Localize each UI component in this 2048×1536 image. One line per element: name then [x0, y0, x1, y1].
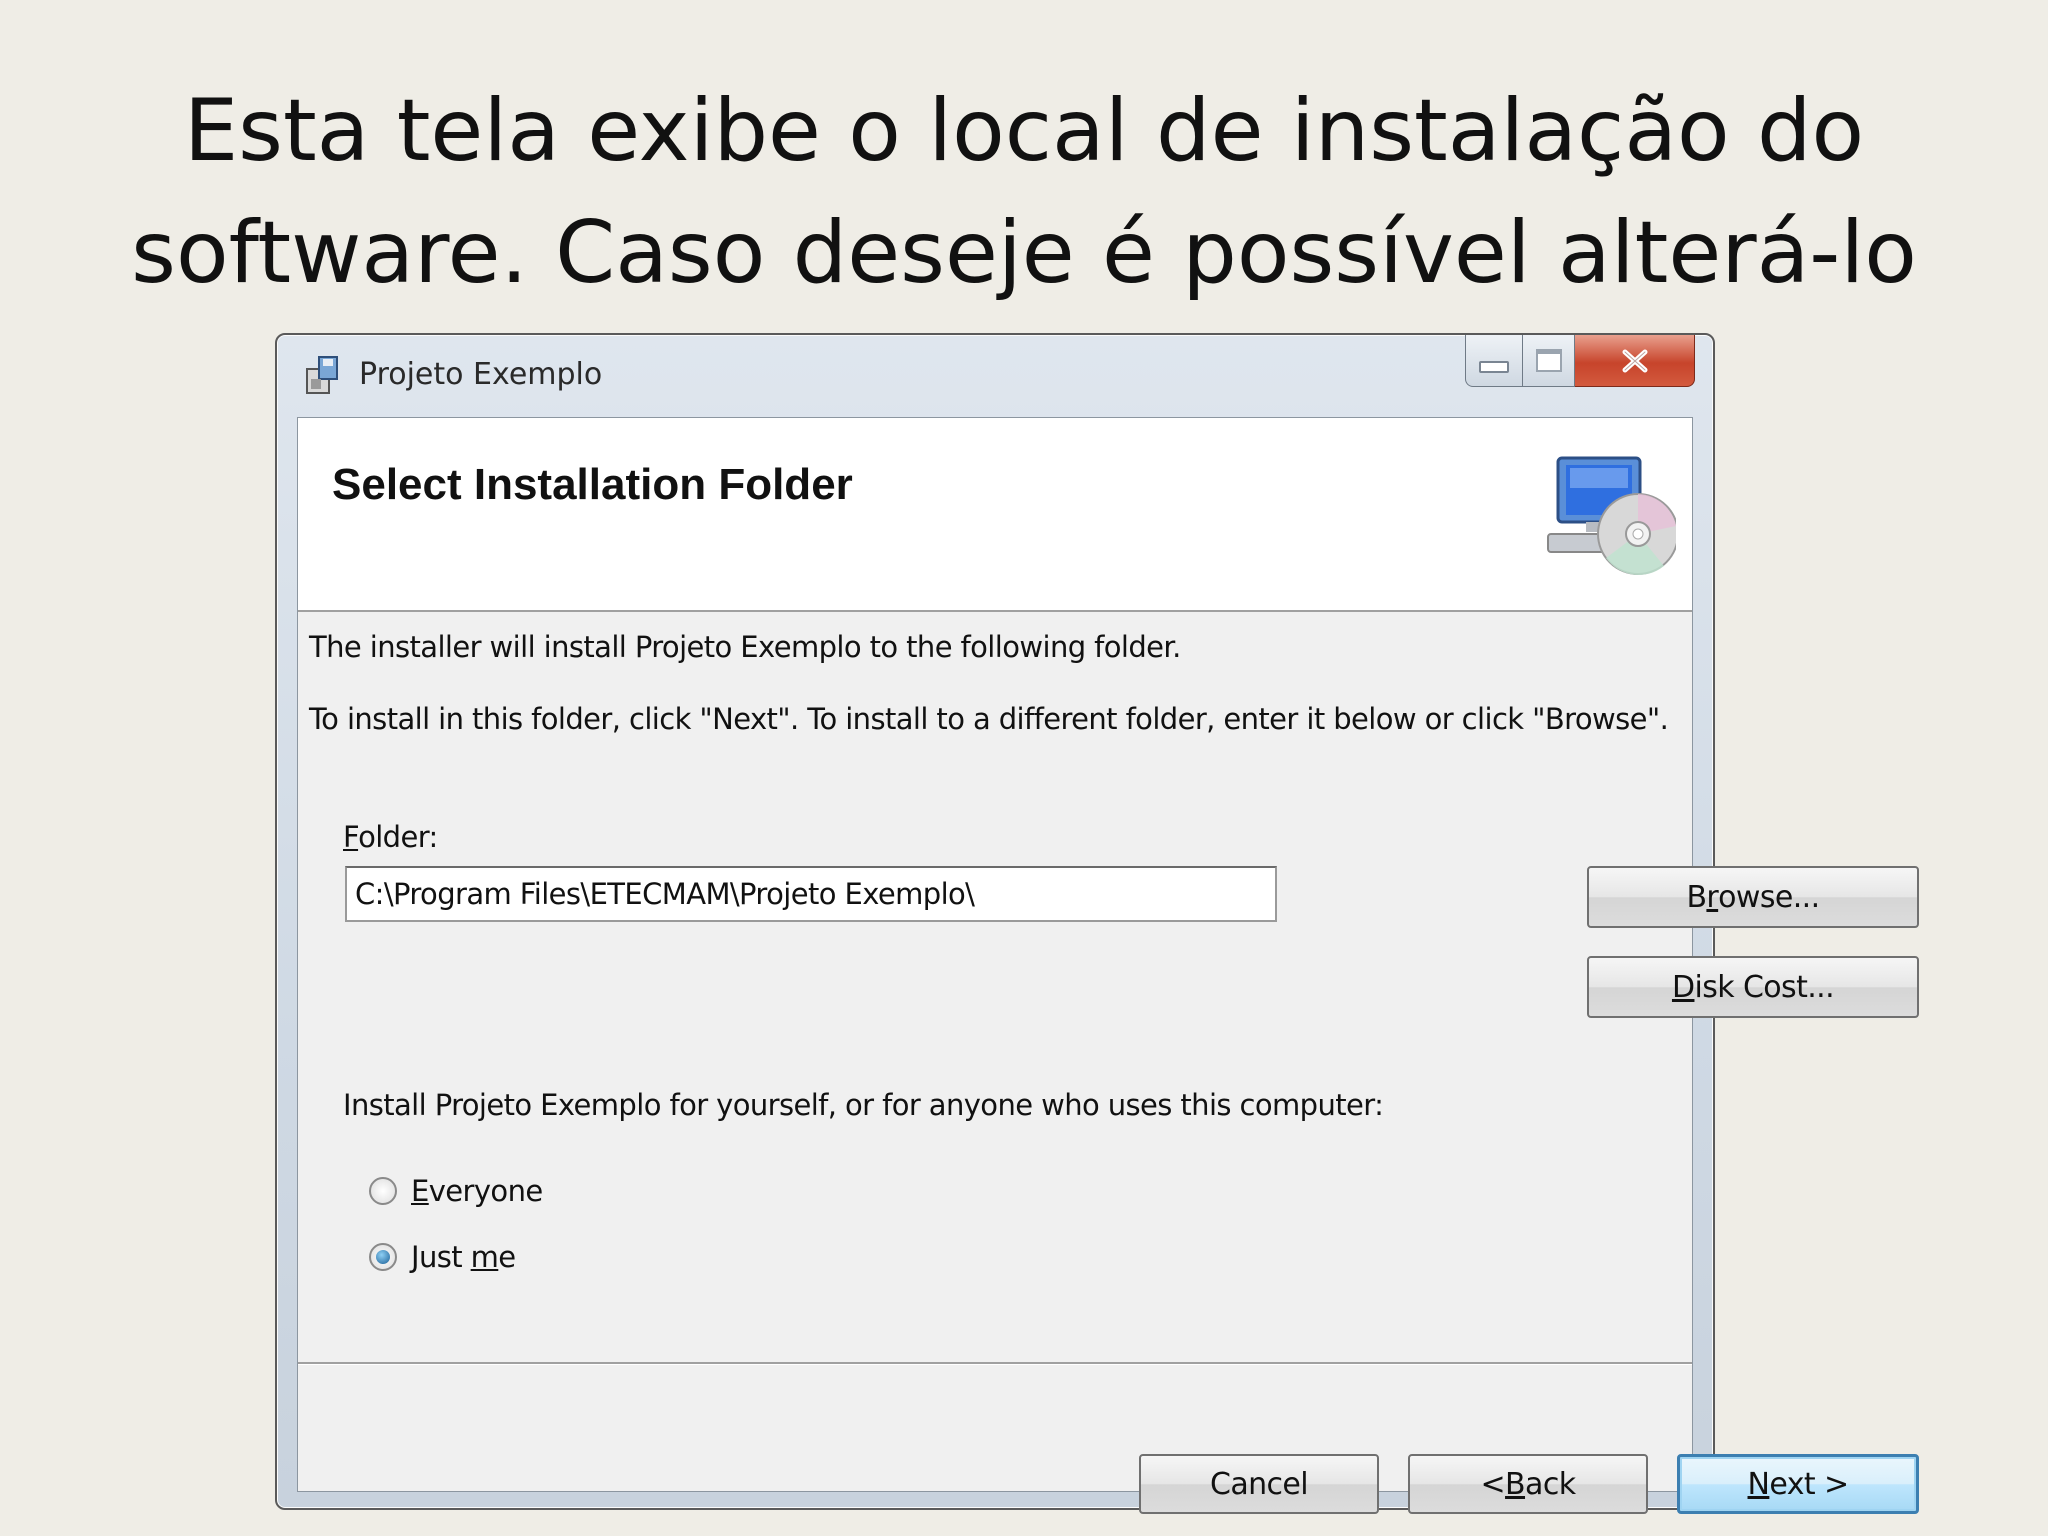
close-button[interactable]	[1575, 335, 1695, 387]
radio-everyone[interactable]: Everyone	[369, 1174, 543, 1208]
radio-selected-dot	[376, 1250, 390, 1264]
back-button[interactable]: < Back	[1408, 1454, 1648, 1514]
cancel-button[interactable]: Cancel	[1139, 1454, 1379, 1514]
dialog-client-area: Select Installation Folder The installer…	[297, 417, 1919, 1514]
dialog-banner: Select Installation Folder	[298, 418, 1692, 612]
installer-window: Projeto Exemplo Select Installation Fold…	[275, 333, 1919, 1514]
install-scope-prompt: Install Projeto Exemplo for yourself, or…	[343, 1088, 1384, 1122]
window-title: Projeto Exemplo	[359, 357, 603, 392]
disk-cost-button[interactable]: Disk Cost...	[1587, 956, 1919, 1018]
installer-package-icon	[301, 355, 343, 397]
folder-label: Folder:	[343, 820, 438, 854]
next-button[interactable]: Next >	[1677, 1454, 1919, 1514]
instructions-text: To install in this folder, click "Next".…	[309, 702, 1669, 736]
radio-just-me-label: Just me	[411, 1240, 516, 1274]
radio-everyone-label: Everyone	[411, 1174, 543, 1208]
browse-button[interactable]: Br owse...	[1587, 866, 1919, 928]
window-titlebar[interactable]: Projeto Exemplo	[277, 335, 1713, 415]
folder-path-input[interactable]	[345, 866, 1277, 922]
computer-cd-icon	[1546, 454, 1679, 584]
slide-title-line-2: software. Caso deseje é possível alterá-…	[131, 203, 1917, 303]
dialog-heading: Select Installation Folder	[332, 460, 853, 509]
slide-title: Esta tela exibe o local de instalação do…	[0, 70, 2048, 314]
intro-text: The installer will install Projeto Exemp…	[309, 630, 1181, 664]
radio-just-me[interactable]: Just me	[369, 1240, 516, 1274]
radio-everyone-button[interactable]	[369, 1177, 397, 1205]
close-icon	[1622, 349, 1647, 372]
radio-just-me-button[interactable]	[369, 1243, 397, 1271]
minimize-button[interactable]	[1465, 335, 1523, 387]
caption-buttons	[1465, 335, 1695, 389]
maximize-button[interactable]	[1523, 335, 1575, 387]
slide-title-line-1: Esta tela exibe o local de instalação do	[183, 81, 1865, 181]
minimize-icon	[1479, 360, 1509, 373]
maximize-icon	[1535, 349, 1562, 372]
footer-separator	[298, 1362, 1692, 1365]
